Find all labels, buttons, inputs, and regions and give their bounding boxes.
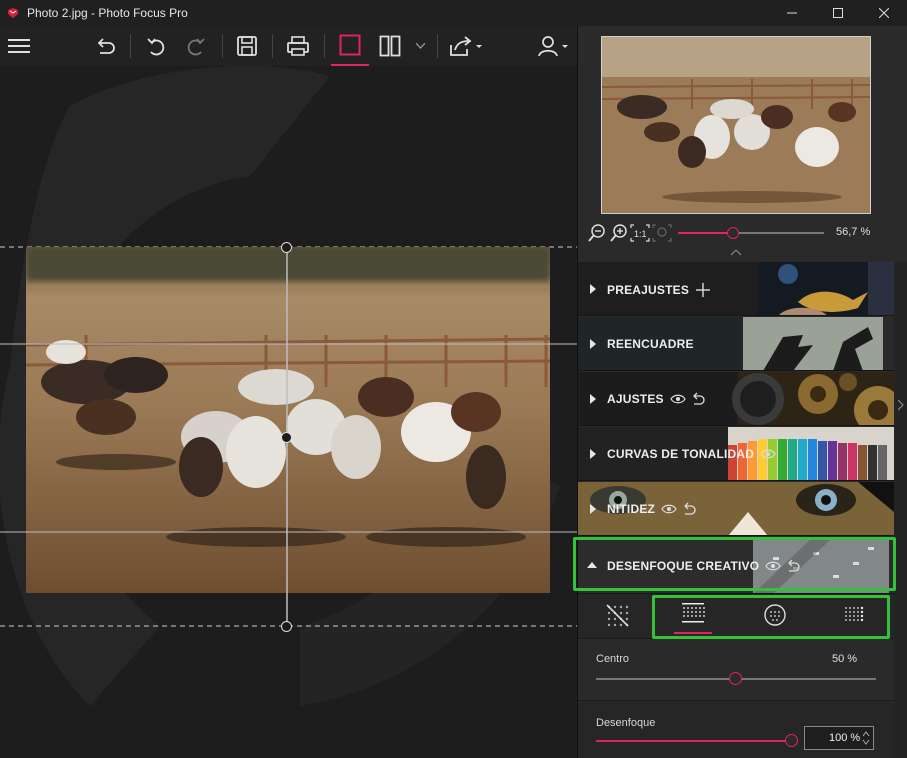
- zoom-out-icon[interactable]: [588, 224, 606, 242]
- title-bar: Photo 2.jpg - Photo Focus Pro: [0, 0, 907, 26]
- blur-bottom-handle[interactable]: [281, 621, 292, 632]
- save-button[interactable]: [234, 26, 260, 66]
- spinner-arrows-icon[interactable]: [862, 730, 870, 746]
- toolbar-divider: [130, 34, 131, 58]
- redo-button[interactable]: [183, 26, 209, 66]
- expand-caret-icon: [590, 449, 596, 459]
- no-blur-icon: [606, 604, 629, 627]
- visibility-eye-icon[interactable]: [765, 560, 781, 572]
- close-icon: [879, 8, 889, 18]
- share-button[interactable]: [447, 26, 485, 66]
- center-slider-handle[interactable]: [729, 672, 742, 685]
- toolbar-divider: [437, 34, 438, 58]
- blur-amount-input[interactable]: 100 %: [804, 726, 874, 750]
- reset-icon[interactable]: [786, 559, 800, 573]
- gears-icon: [732, 372, 894, 425]
- print-button[interactable]: [285, 26, 311, 66]
- svg-text:1:1: 1:1: [634, 229, 647, 239]
- user-account-button[interactable]: [537, 26, 571, 66]
- image-canvas[interactable]: [0, 66, 577, 758]
- hands-frame-icon: [743, 317, 894, 370]
- center-param: Centro 50 %: [578, 638, 894, 700]
- add-preset-icon[interactable]: [695, 282, 711, 298]
- zoom-slider-handle[interactable]: [727, 227, 740, 239]
- save-icon: [237, 36, 257, 56]
- visibility-eye-icon[interactable]: [661, 503, 677, 515]
- close-button[interactable]: [861, 0, 907, 26]
- reset-icon[interactable]: [691, 392, 705, 406]
- blur-amount-value: 100 %: [829, 732, 861, 744]
- visibility-eye-icon[interactable]: [760, 448, 776, 460]
- expand-caret-icon: [590, 284, 596, 294]
- section-title: NITIDEZ: [607, 502, 656, 516]
- tab-no-blur[interactable]: [604, 602, 630, 633]
- section-reencuadre[interactable]: REENCUADRE: [578, 317, 894, 371]
- main-toolbar: [0, 26, 577, 66]
- blur-top-handle[interactable]: [281, 242, 292, 253]
- expand-caret-icon: [590, 394, 596, 404]
- panel-scroll-strip[interactable]: [894, 262, 907, 758]
- magic-lamp-icon: [758, 262, 894, 315]
- blur-amount-label: Desenfoque: [596, 717, 656, 729]
- maximize-icon: [833, 8, 843, 18]
- minimize-icon: [787, 12, 797, 14]
- section-title: PREAJUSTES: [607, 283, 690, 297]
- revert-icon: [97, 38, 115, 54]
- redo-icon: [187, 38, 205, 56]
- zoom-slider-fill: [678, 232, 734, 234]
- chevron-down-icon: [415, 43, 425, 49]
- blur-center-handle[interactable]: [281, 432, 292, 443]
- revert-button[interactable]: [92, 26, 118, 66]
- menu-button[interactable]: [6, 26, 32, 66]
- toolbar-divider: [272, 34, 273, 58]
- section-nitidez[interactable]: NITIDEZ: [578, 482, 894, 536]
- section-title: CURVAS DE TONALIDAD: [607, 447, 755, 461]
- toolbar-divider: [324, 34, 325, 58]
- side-panel: 1:1 56,7 % PREAJUSTES REENCUADRE AJUSTES…: [577, 26, 907, 758]
- section-title: AJUSTES: [607, 392, 664, 406]
- expand-caret-icon: [590, 504, 596, 514]
- menu-icon: [8, 39, 30, 53]
- section-preajustes[interactable]: PREAJUSTES: [578, 262, 894, 316]
- blur-guide-lines: [0, 247, 577, 627]
- split-view-icon: [379, 35, 401, 57]
- share-icon: [450, 36, 482, 56]
- collapse-caret-icon: [587, 562, 597, 568]
- view-mode-dropdown[interactable]: [413, 26, 427, 66]
- user-icon: [538, 36, 568, 57]
- window-title: Photo 2.jpg - Photo Focus Pro: [27, 6, 188, 20]
- section-title: DESENFOQUE CREATIVO: [607, 559, 760, 573]
- zoom-in-icon[interactable]: [610, 224, 628, 242]
- maximize-button[interactable]: [815, 0, 861, 26]
- center-label: Centro: [596, 653, 630, 665]
- chevron-right-icon[interactable]: [898, 400, 904, 410]
- section-ajustes[interactable]: AJUSTES: [578, 372, 894, 426]
- single-view-icon: [339, 34, 361, 56]
- single-view-button[interactable]: [331, 26, 369, 66]
- undo-button[interactable]: [143, 26, 169, 66]
- zoom-value: 56,7 %: [836, 226, 871, 238]
- undo-icon: [147, 38, 165, 56]
- navigator-preview[interactable]: [601, 36, 871, 214]
- fit-to-screen-icon[interactable]: [652, 224, 672, 242]
- blur-slider-fill: [596, 740, 792, 742]
- section-title: REENCUADRE: [607, 337, 694, 351]
- collapse-navigator-icon[interactable]: [731, 250, 741, 256]
- reset-icon[interactable]: [682, 502, 696, 516]
- zoom-controls: 1:1 56,7 %: [578, 222, 907, 246]
- visibility-eye-icon[interactable]: [670, 393, 686, 405]
- highlight-tabs-box: [652, 595, 890, 639]
- center-value: 50 %: [832, 653, 858, 665]
- app-logo-icon: [8, 8, 18, 18]
- minimize-button[interactable]: [769, 0, 815, 26]
- toolbar-divider: [222, 34, 223, 58]
- actual-size-icon[interactable]: 1:1: [630, 224, 650, 242]
- blur-slider-handle[interactable]: [785, 734, 798, 747]
- section-curvas-de-tonalidad[interactable]: CURVAS DE TONALIDAD: [578, 427, 894, 481]
- expand-caret-icon: [590, 339, 596, 349]
- split-view-button[interactable]: [377, 26, 403, 66]
- print-icon: [287, 36, 309, 56]
